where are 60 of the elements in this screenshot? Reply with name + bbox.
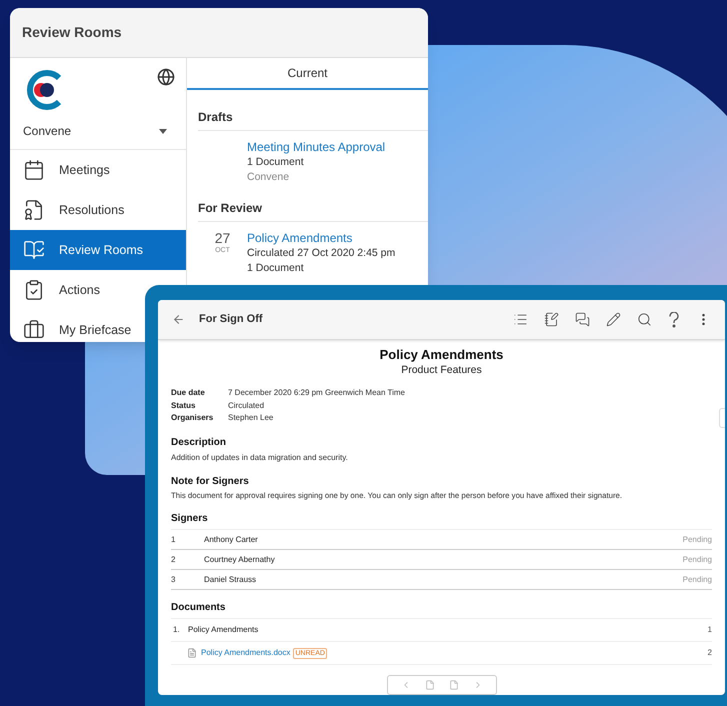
document-number: 1. — [172, 624, 181, 636]
document-subtitle: Product Features — [400, 363, 483, 377]
description-text: Addition of updates in data migration and security. — [171, 452, 349, 464]
pencil-icon[interactable] — [606, 312, 621, 327]
section-heading: Drafts — [198, 108, 428, 131]
file-link[interactable]: Policy Amendments.docx — [201, 647, 290, 660]
item-detail: 1 Document — [247, 261, 305, 276]
window-title: Review Rooms — [22, 23, 122, 42]
signer-name: Anthony Carter — [204, 534, 258, 546]
page-number: 2 — [708, 647, 712, 660]
signer-number: 2 — [171, 554, 176, 566]
section-heading: For Review — [198, 199, 428, 222]
page-title: For Sign Off — [199, 312, 263, 328]
item-detail: Convene — [247, 170, 290, 185]
nav-item[interactable]: My Briefcase — [10, 310, 134, 342]
meta-label: Due date — [171, 387, 206, 399]
meta-value: 7 December 2020 6:29 pm Greenwich Mean Time — [228, 387, 405, 399]
nav-icon — [23, 199, 45, 221]
meta-value: Circulated — [228, 400, 264, 412]
nav-icon — [23, 239, 45, 261]
signer-name: Courtney Abernathy — [204, 554, 275, 566]
back-icon[interactable] — [172, 313, 185, 326]
chat-icon[interactable] — [575, 312, 590, 327]
meta-label: Organisers — [171, 412, 214, 424]
organisation-name: Convene — [23, 123, 72, 140]
signer-status: Pending — [682, 554, 712, 566]
signer-number: 1 — [171, 534, 176, 546]
help-icon[interactable] — [668, 312, 680, 328]
signer-number: 3 — [171, 574, 176, 586]
nav-item[interactable]: Review Rooms — [10, 230, 186, 270]
section-heading: Note for Signers — [171, 474, 250, 488]
nav-icon — [23, 159, 45, 181]
signer-status: Pending — [682, 574, 712, 586]
dropdown-caret-icon[interactable] — [159, 128, 167, 134]
note-edit-icon[interactable] — [544, 312, 559, 327]
signer-status: Pending — [682, 534, 712, 546]
item-detail: Circulated 27 Oct 2020 2:45 pm — [247, 246, 396, 261]
item-title: Policy Amendments — [247, 230, 354, 246]
meta-value: Stephen Lee — [228, 412, 274, 424]
section-heading: Documents — [171, 600, 712, 620]
file-icon — [187, 648, 197, 658]
nav-item[interactable]: Meetings — [10, 150, 112, 190]
date-day: 27 — [214, 230, 230, 246]
section-heading: Description — [171, 436, 228, 450]
nav-icon — [23, 319, 45, 341]
search-icon[interactable] — [637, 312, 652, 327]
section-heading: Signers — [171, 511, 712, 530]
document-name: Policy Amendments — [188, 624, 258, 636]
document-title: Policy Amendments — [378, 346, 504, 363]
meta-label: Status — [171, 400, 196, 412]
nav-icon — [23, 279, 45, 301]
tab[interactable]: Current — [187, 58, 428, 90]
globe-icon[interactable] — [157, 68, 175, 86]
nav-item[interactable]: Actions — [10, 270, 102, 310]
page-number: 1 — [708, 624, 712, 636]
list-item[interactable]: Meeting Minutes Approval 1 Document Convene — [198, 131, 428, 185]
item-title: Meeting Minutes Approval — [247, 139, 386, 155]
signer-name: Daniel Strauss — [204, 574, 256, 586]
item-detail: 1 Document — [247, 155, 305, 170]
nav-item[interactable]: Resolutions — [10, 190, 126, 230]
